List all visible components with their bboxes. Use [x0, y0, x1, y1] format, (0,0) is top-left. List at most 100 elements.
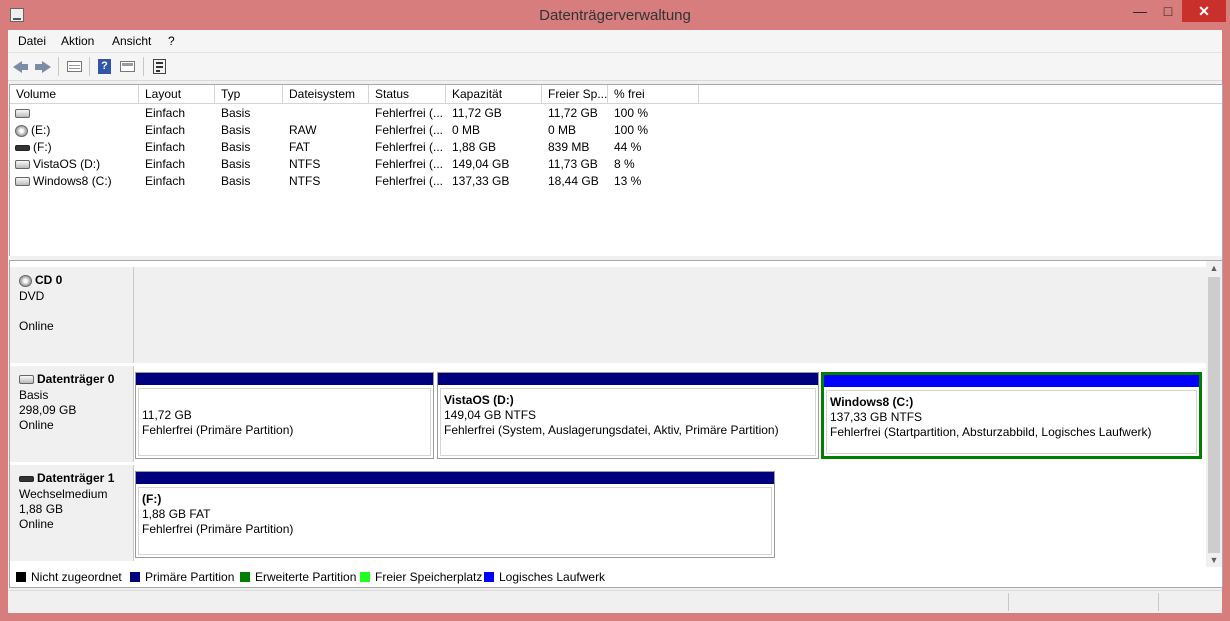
cell-layout: Einfach: [145, 157, 186, 171]
partition-type-bar: [824, 375, 1199, 387]
partition-legend: Nicht zugeordnet Primäre Partition Erweite…: [9, 567, 1223, 588]
close-button[interactable]: ✕: [1182, 0, 1226, 22]
volume-name: VistaOS (D:): [33, 157, 101, 171]
menu-ansicht[interactable]: Ansicht: [112, 34, 151, 48]
column-layout[interactable]: Layout: [139, 85, 215, 103]
volume-list-row[interactable]: Einfach Basis Fehlerfrei (... 11,72 GB 11,72…: [10, 105, 710, 122]
column-typ[interactable]: Typ: [215, 85, 283, 103]
disk-partition-strip: 11,72 GB Fehlerfrei (Primäre Partition) Vi…: [134, 366, 1206, 462]
cell-prozent: 8 %: [614, 157, 635, 171]
partition-title: VistaOS (D:): [444, 393, 514, 407]
disk-label[interactable]: CD 0 DVD Online: [10, 267, 134, 363]
client-area: Datei Aktion Ansicht ? ? Volume Layout T…: [8, 30, 1223, 613]
disk-label[interactable]: Datenträger 1 Wechselmedium 1,88 GB Online: [10, 465, 134, 561]
toolbar-separator: [143, 57, 144, 76]
status-separator: [1158, 593, 1159, 611]
disk-view-icon[interactable]: [119, 58, 137, 75]
cell-layout: Einfach: [145, 174, 186, 188]
help-icon[interactable]: ?: [96, 58, 114, 75]
partition-block[interactable]: VistaOS (D:) 149,04 GB NTFS Fehlerfrei (Sy…: [437, 372, 819, 459]
cell-dateisystem: NTFS: [289, 174, 321, 188]
legend-swatch: [240, 572, 250, 582]
forward-icon[interactable]: [34, 58, 52, 75]
scroll-down-icon[interactable]: ▼: [1206, 553, 1222, 567]
disk-type: Basis: [19, 388, 49, 402]
menu-datei[interactable]: Datei: [18, 34, 46, 48]
cell-status: Fehlerfrei (...: [375, 106, 444, 120]
partition-size: 11,72 GB: [142, 408, 192, 422]
partition-type-bar: [136, 373, 433, 385]
volume-list[interactable]: Volume Layout Typ Dateisystem Status Kap…: [9, 84, 1223, 260]
partition-status: Fehlerfrei (Primäre Partition): [142, 423, 294, 437]
cell-typ: Basis: [221, 174, 251, 188]
partition-status: Fehlerfrei (System, Auslagerungsdatei, A…: [444, 423, 779, 437]
cell-frei: 839 MB: [548, 140, 590, 154]
properties-icon[interactable]: [151, 58, 169, 75]
column-dateisystem[interactable]: Dateisystem: [283, 85, 369, 103]
partition-block[interactable]: (F:) 1,88 GB FAT Fehlerfrei (Primäre Parti…: [135, 471, 775, 558]
cell-frei: 11,72 GB: [548, 106, 598, 120]
disk-name: Datenträger 0: [19, 372, 114, 386]
toolbar-separator: [89, 57, 90, 76]
cell-typ: Basis: [221, 106, 251, 120]
column-status[interactable]: Status: [369, 85, 446, 103]
partition-body: [138, 487, 772, 555]
hard-disk-icon: [19, 375, 34, 385]
legend-item: Logisches Laufwerk: [484, 570, 605, 584]
legend-label: Freier Speicherplatz: [375, 570, 483, 584]
volume-name: (F:): [33, 140, 52, 154]
disk-type: DVD: [19, 289, 45, 303]
legend-label: Erweiterte Partition: [255, 570, 357, 584]
volume-list-row[interactable]: Windows8 (C:) Einfach Basis NTFS Fehlerfrei …: [10, 173, 710, 190]
volume-list-row[interactable]: (E:) Einfach Basis RAW Fehlerfrei (... 0 MB 0 …: [10, 122, 710, 139]
cell-status: Fehlerfrei (...: [375, 140, 444, 154]
maximize-button[interactable]: □: [1156, 0, 1180, 22]
legend-swatch: [130, 572, 140, 582]
partition-type-bar: [136, 472, 774, 484]
cell-layout: Einfach: [145, 140, 186, 154]
title-bar[interactable]: Datenträgerverwaltung — □ ✕: [0, 0, 1230, 30]
minimize-button[interactable]: —: [1128, 0, 1152, 22]
legend-label: Nicht zugeordnet: [31, 570, 122, 584]
disk-name-text: Datenträger 0: [37, 372, 115, 386]
vertical-scrollbar[interactable]: ▲ ▼: [1206, 261, 1222, 567]
column-freier-speicher[interactable]: Freier Sp...: [542, 85, 608, 103]
partition-type-bar: [438, 373, 818, 385]
window-title: Datenträgerverwaltung: [539, 7, 691, 24]
cell-typ: Basis: [221, 157, 251, 171]
partition-title: Windows8 (C:): [830, 395, 914, 409]
volume-list-icon[interactable]: [66, 58, 84, 75]
app-window: Datenträgerverwaltung — □ ✕ Datei Aktion…: [0, 0, 1230, 621]
disk-name-text: CD 0: [35, 273, 63, 287]
cell-kapazitaet: 11,72 GB: [452, 106, 502, 120]
removable-drive-icon: [19, 475, 34, 482]
menu-help[interactable]: ?: [168, 34, 175, 48]
cell-prozent: 100 %: [614, 106, 649, 120]
disk-name-text: Datenträger 1: [37, 471, 115, 485]
column-volume[interactable]: Volume: [10, 85, 139, 103]
back-icon[interactable]: [12, 58, 30, 75]
scroll-up-icon[interactable]: ▲: [1206, 261, 1222, 275]
disk-size: 1,88 GB: [19, 502, 64, 516]
cell-frei: 11,73 GB: [548, 157, 598, 171]
partition-block[interactable]: 11,72 GB Fehlerfrei (Primäre Partition): [135, 372, 434, 459]
volume-list-row[interactable]: (F:) Einfach Basis FAT Fehlerfrei (... 1,88 G…: [10, 139, 710, 156]
menu-bar: Datei Aktion Ansicht ?: [8, 30, 1222, 53]
disk-name: Datenträger 1: [19, 471, 114, 485]
partition-block[interactable]: Windows8 (C:) 137,33 GB NTFS Fehlerfrei (S…: [821, 372, 1202, 459]
status-separator: [1008, 593, 1009, 611]
cell-status: Fehlerfrei (...: [375, 157, 444, 171]
disk-row: Datenträger 0 Basis 298,09 GB Online 11,72 G…: [10, 366, 1206, 462]
cd-drive-icon: [15, 124, 28, 137]
cell-dateisystem: RAW: [289, 123, 317, 137]
column-kapazitaet[interactable]: Kapazität: [446, 85, 542, 103]
column-prozent-frei[interactable]: % frei: [608, 85, 699, 103]
volume-list-row[interactable]: VistaOS (D:) Einfach Basis NTFS Fehlerfrei (…: [10, 156, 710, 173]
disk-name: CD 0: [19, 273, 62, 287]
menu-aktion[interactable]: Aktion: [61, 34, 94, 48]
cell-volume: (F:): [15, 139, 52, 156]
scrollbar-thumb[interactable]: [1208, 277, 1220, 553]
disk-size: 298,09 GB: [19, 403, 77, 417]
volume-name: (E:): [31, 123, 51, 137]
disk-label[interactable]: Datenträger 0 Basis 298,09 GB Online: [10, 366, 134, 462]
